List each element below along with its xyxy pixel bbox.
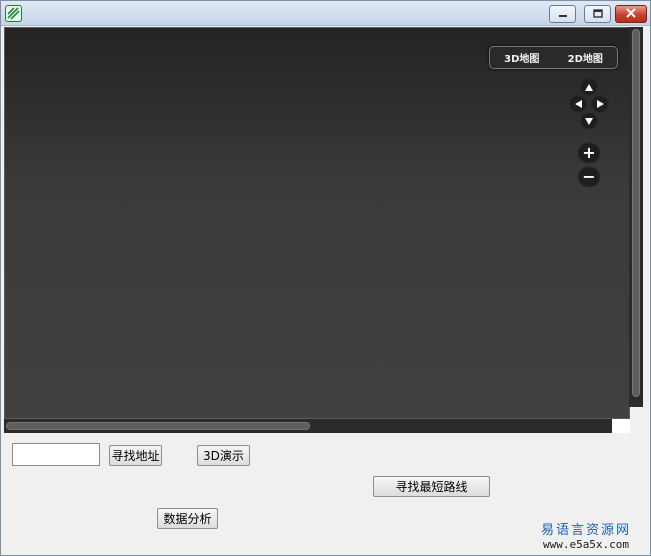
- app-window: 3D地图 2D地图 + − 寻找地址 3D演示 寻找最短路线 数据分析 易语言资…: [0, 0, 651, 556]
- map-type-switcher: 3D地图 2D地图: [489, 46, 618, 69]
- zoom-out-button[interactable]: −: [579, 168, 599, 186]
- close-button[interactable]: [615, 5, 647, 23]
- address-input[interactable]: [12, 443, 100, 466]
- vertical-scrollbar[interactable]: [629, 27, 643, 407]
- maximize-button[interactable]: [584, 5, 611, 23]
- map-view[interactable]: 3D地图 2D地图 + −: [4, 27, 630, 419]
- title-bar[interactable]: [1, 1, 650, 26]
- map-type-3d[interactable]: 3D地图: [504, 50, 539, 65]
- watermark-url: www.e5a5x.com: [542, 538, 630, 551]
- horizontal-scrollbar[interactable]: [4, 419, 612, 433]
- pan-right-icon[interactable]: [593, 97, 607, 111]
- horizontal-scroll-thumb[interactable]: [6, 422, 310, 430]
- zoom-in-button[interactable]: +: [579, 144, 599, 162]
- minimize-button[interactable]: [549, 5, 576, 23]
- pan-left-icon[interactable]: [571, 97, 585, 111]
- watermark-title: 易语言资源网: [540, 523, 631, 538]
- pan-down-icon[interactable]: [582, 114, 596, 128]
- vertical-scroll-thumb[interactable]: [632, 29, 640, 397]
- watermark: 易语言资源网 www.e5a5x.com: [526, 519, 646, 551]
- close-icon: [626, 7, 636, 21]
- app-logo-icon[interactable]: [5, 5, 22, 22]
- map-type-2d[interactable]: 2D地图: [568, 50, 603, 65]
- 3d-demo-button[interactable]: 3D演示: [197, 445, 250, 466]
- pan-control: [571, 80, 607, 132]
- scrollbar-corner: [612, 419, 630, 433]
- client-area: 3D地图 2D地图 + − 寻找地址 3D演示 寻找最短路线 数据分析 易语言资…: [2, 27, 650, 555]
- shortest-route-button[interactable]: 寻找最短路线: [373, 476, 490, 497]
- data-analysis-button[interactable]: 数据分析: [157, 508, 218, 529]
- maximize-icon: [592, 7, 603, 21]
- pan-up-icon[interactable]: [582, 80, 596, 94]
- minimize-icon: [558, 7, 568, 21]
- find-address-button[interactable]: 寻找地址: [109, 445, 162, 466]
